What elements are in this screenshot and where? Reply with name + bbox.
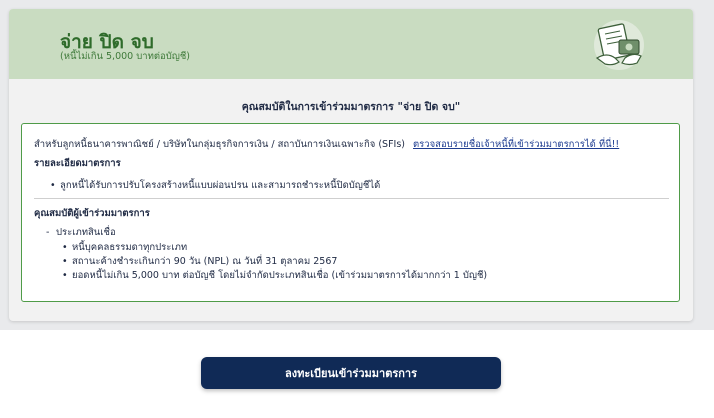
document-handshake-icon — [594, 20, 644, 70]
credit-type-label: ประเภทสินเชื่อ — [56, 227, 116, 238]
section-heading: คุณสมบัติในการเข้าร่วมมาตรการ "จ่าย ปิด … — [241, 101, 461, 113]
qualification-item-text: สถานะค้างชำระเกินกว่า 90 วัน (NPL) ณ วัน… — [72, 256, 338, 267]
list-item: • สถานะค้างชำระเกินกว่า 90 วัน (NPL) ณ วั… — [62, 254, 337, 269]
register-button[interactable]: ลงทะเบียนเข้าร่วมมาตรการ — [201, 357, 501, 389]
card-header: จ่าย ปิด จบ (หนี้ไม่เกิน 5,000 บาทต่อบัญ… — [9, 9, 693, 79]
qualification-item-text: หนี้บุคคลธรรมดาทุกประเภท — [72, 242, 188, 253]
creditor-list-link[interactable]: ตรวจสอบรายชื่อเจ้าหนี้ที่เข้าร่วมมาตรการ… — [413, 139, 619, 150]
divider — [34, 198, 669, 199]
eligible-debtors-line: สำหรับลูกหนี้ธนาคารพาณิชย์ / บริษัทในกลุ… — [34, 137, 619, 152]
bullet-icon: • — [62, 256, 68, 267]
credit-type-item: - ประเภทสินเชื่อ — [46, 225, 116, 240]
list-item: • หนี้บุคคลธรรมดาทุกประเภท — [62, 240, 187, 255]
list-item: • ลูกหนี้ได้รับการปรับโครงสร้างหนี้แบบผ่อ… — [50, 178, 380, 193]
details-heading: รายละเอียดมาตรการ — [34, 158, 121, 169]
qualification-item-text: ยอดหนี้ไม่เกิน 5,000 บาท ต่อบัญชี โดยไม่… — [72, 270, 488, 281]
measure-card: จ่าย ปิด จบ (หนี้ไม่เกิน 5,000 บาทต่อบัญ… — [9, 9, 693, 321]
bullet-icon: • — [62, 242, 68, 253]
bullet-icon: • — [62, 270, 68, 281]
page-subtitle: (หนี้ไม่เกิน 5,000 บาทต่อบัญชี) — [60, 51, 191, 62]
eligibility-box: สำหรับลูกหนี้ธนาคารพาณิชย์ / บริษัทในกลุ… — [21, 123, 680, 302]
qualifications-heading: คุณสมบัติผู้เข้าร่วมมาตรการ — [34, 208, 150, 219]
list-item: • ยอดหนี้ไม่เกิน 5,000 บาท ต่อบัญชี โดยไม… — [62, 268, 487, 283]
detail-item-text: ลูกหนี้ได้รับการปรับโครงสร้างหนี้แบบผ่อน… — [60, 180, 381, 191]
eligible-debtors-text: สำหรับลูกหนี้ธนาคารพาณิชย์ / บริษัทในกลุ… — [34, 139, 405, 150]
bullet-icon: • — [50, 180, 56, 191]
dash-icon: - — [46, 227, 50, 238]
